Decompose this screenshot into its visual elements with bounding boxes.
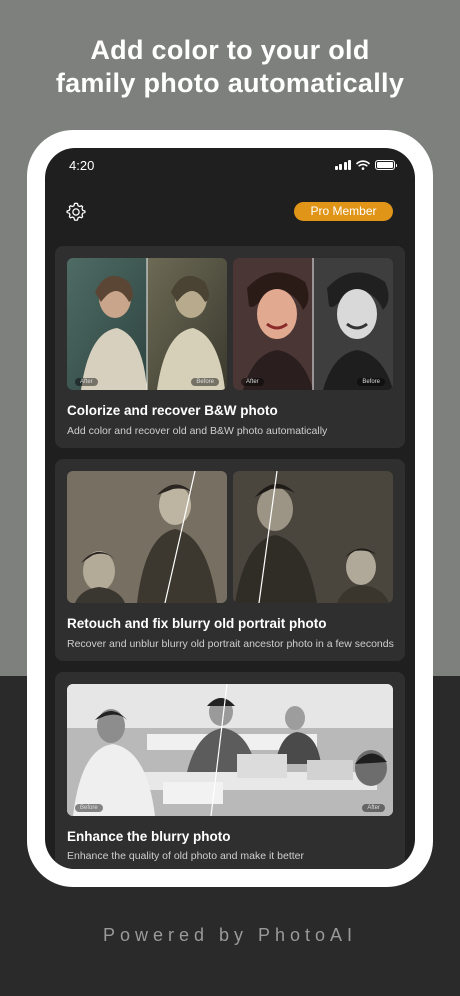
pro-member-button[interactable]: Pro Member xyxy=(294,202,393,221)
headline-line-1: Add color to your old xyxy=(90,35,370,65)
retouch-soldier-preview xyxy=(233,471,393,603)
signal-icon xyxy=(334,160,351,170)
enhance-classroom-preview: Before After xyxy=(67,684,393,816)
feature-card-colorize[interactable]: After Before After Before Colorize and r… xyxy=(55,246,405,448)
feature-card-retouch[interactable]: Retouch and fix blurry old portrait phot… xyxy=(55,459,405,661)
after-tag: After xyxy=(75,378,98,386)
retouch-group-preview xyxy=(67,471,227,603)
card-description: Add color and recover old and B&W photo … xyxy=(67,425,328,437)
card-title: Enhance the blurry photo xyxy=(67,829,231,844)
card-description: Enhance the quality of old photo and mak… xyxy=(67,850,304,862)
settings-gear-icon[interactable] xyxy=(65,201,87,223)
card-title: Colorize and recover B&W photo xyxy=(67,403,278,418)
before-tag: Before xyxy=(357,378,385,386)
card-title: Retouch and fix blurry old portrait phot… xyxy=(67,616,327,631)
app-screen: 4:20 Pro Member After Before After Befor… xyxy=(45,148,415,869)
colorize-portrait-preview: After Before xyxy=(233,258,393,390)
after-tag: After xyxy=(241,378,264,386)
powered-by-footer: Powered by PhotoAI xyxy=(102,925,358,945)
status-time: 4:20 xyxy=(69,158,95,173)
headline-line-2: family photo automatically xyxy=(55,68,405,98)
card-description: Recover and unblur blurry old portrait a… xyxy=(67,638,394,650)
status-bar: 4:20 xyxy=(45,148,415,184)
before-tag: Before xyxy=(75,804,103,812)
wifi-icon xyxy=(356,160,370,170)
battery-icon xyxy=(375,160,397,170)
headline: Add color to your old family photo autom… xyxy=(0,34,460,100)
before-tag: Before xyxy=(191,378,219,386)
colorize-woman-preview: After Before xyxy=(67,258,227,390)
status-icons xyxy=(334,160,397,170)
after-tag: After xyxy=(362,804,385,812)
feature-card-enhance[interactable]: Before After Enhance the blurry photo En… xyxy=(55,672,405,869)
